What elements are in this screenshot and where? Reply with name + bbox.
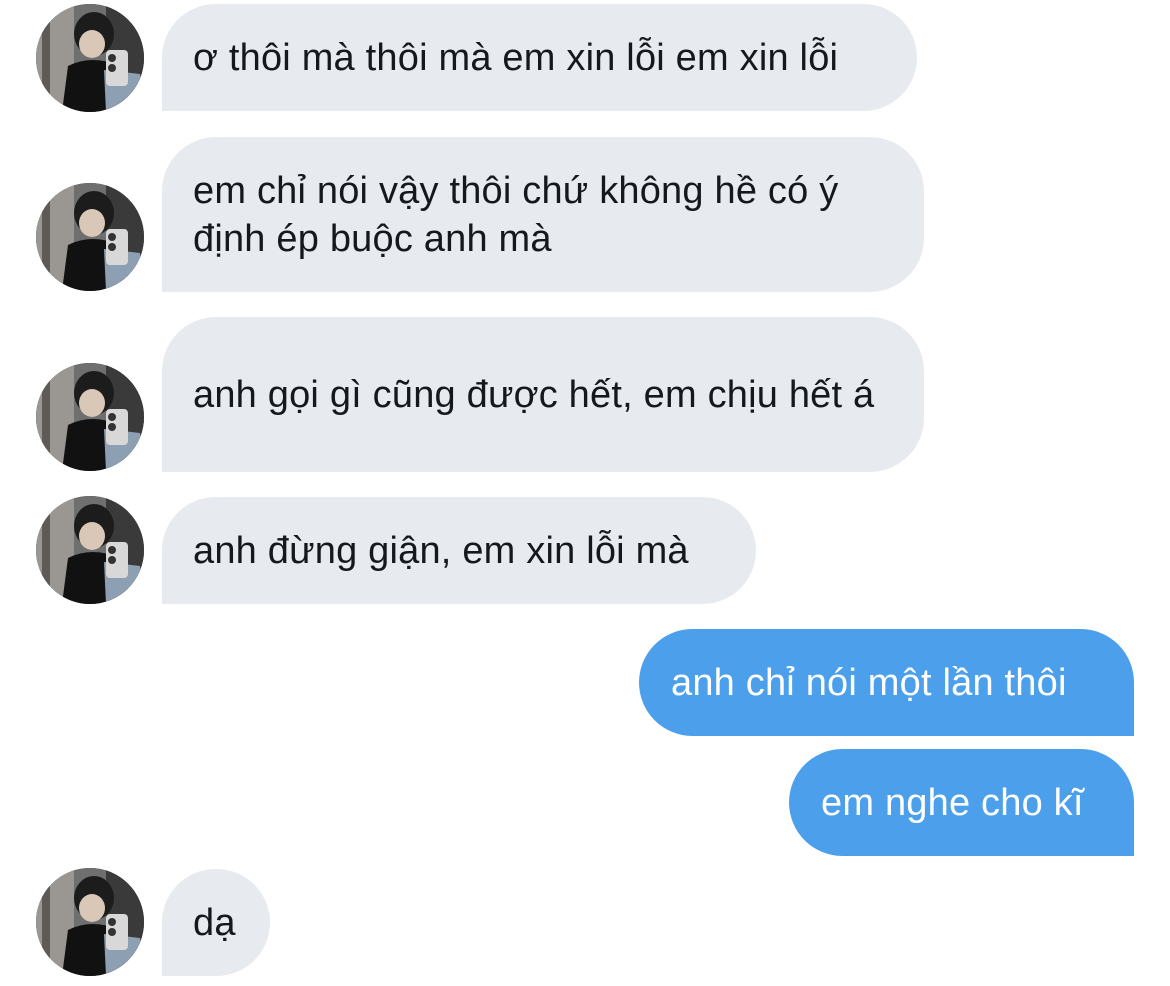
message-text: anh gọi gì cũng được hết, em chịu hết á [193, 373, 875, 416]
avatar-photo [36, 4, 144, 112]
message-text: anh đừng giận, em xin lỗi mà [193, 529, 689, 572]
avatar-photo [36, 363, 144, 471]
message-text: em nghe cho kĩ [821, 781, 1084, 824]
incoming-message[interactable]: anh đừng giận, em xin lỗi mà [162, 497, 756, 604]
message-text: em chỉ nói vậy thôi chứ không hề có ý đị… [193, 169, 850, 260]
avatar[interactable] [36, 4, 144, 112]
avatar[interactable] [36, 363, 144, 471]
outgoing-message[interactable]: anh chỉ nói một lần thôi [639, 629, 1134, 736]
avatar-photo [36, 868, 144, 976]
incoming-message[interactable]: em chỉ nói vậy thôi chứ không hề có ý đị… [162, 137, 924, 292]
avatar-photo [36, 496, 144, 604]
incoming-message[interactable]: ơ thôi mà thôi mà em xin lỗi em xin lỗi [162, 4, 917, 111]
avatar[interactable] [36, 496, 144, 604]
avatar[interactable] [36, 183, 144, 291]
avatar[interactable] [36, 868, 144, 976]
incoming-message[interactable]: dạ [162, 869, 270, 976]
message-text: dạ [193, 901, 236, 944]
message-text: ơ thôi mà thôi mà em xin lỗi em xin lỗi [193, 36, 839, 79]
avatar-photo [36, 183, 144, 291]
message-thread: { "conversation": { "messages": [ { "dir… [0, 0, 1170, 986]
message-text: anh chỉ nói một lần thôi [671, 661, 1067, 704]
incoming-message[interactable]: anh gọi gì cũng được hết, em chịu hết á [162, 317, 924, 472]
outgoing-message[interactable]: em nghe cho kĩ [789, 749, 1134, 856]
